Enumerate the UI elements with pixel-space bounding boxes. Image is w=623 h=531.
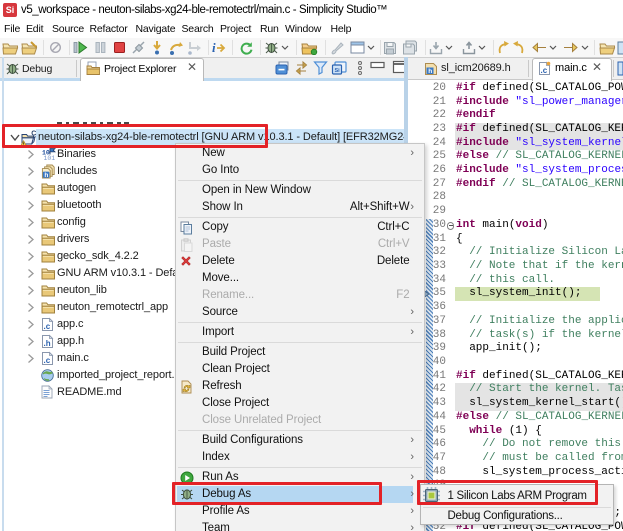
svg-text:.h: .h — [44, 339, 51, 348]
svg-text:.c: .c — [44, 356, 51, 365]
svg-text:h: h — [44, 171, 48, 178]
svg-text:Si: Si — [335, 68, 341, 74]
svg-text:i: i — [212, 40, 216, 55]
svg-text:101: 101 — [44, 155, 56, 162]
svg-text:.c: .c — [541, 66, 548, 75]
svg-text:h: h — [428, 68, 432, 75]
svg-text:.c: .c — [44, 322, 51, 331]
